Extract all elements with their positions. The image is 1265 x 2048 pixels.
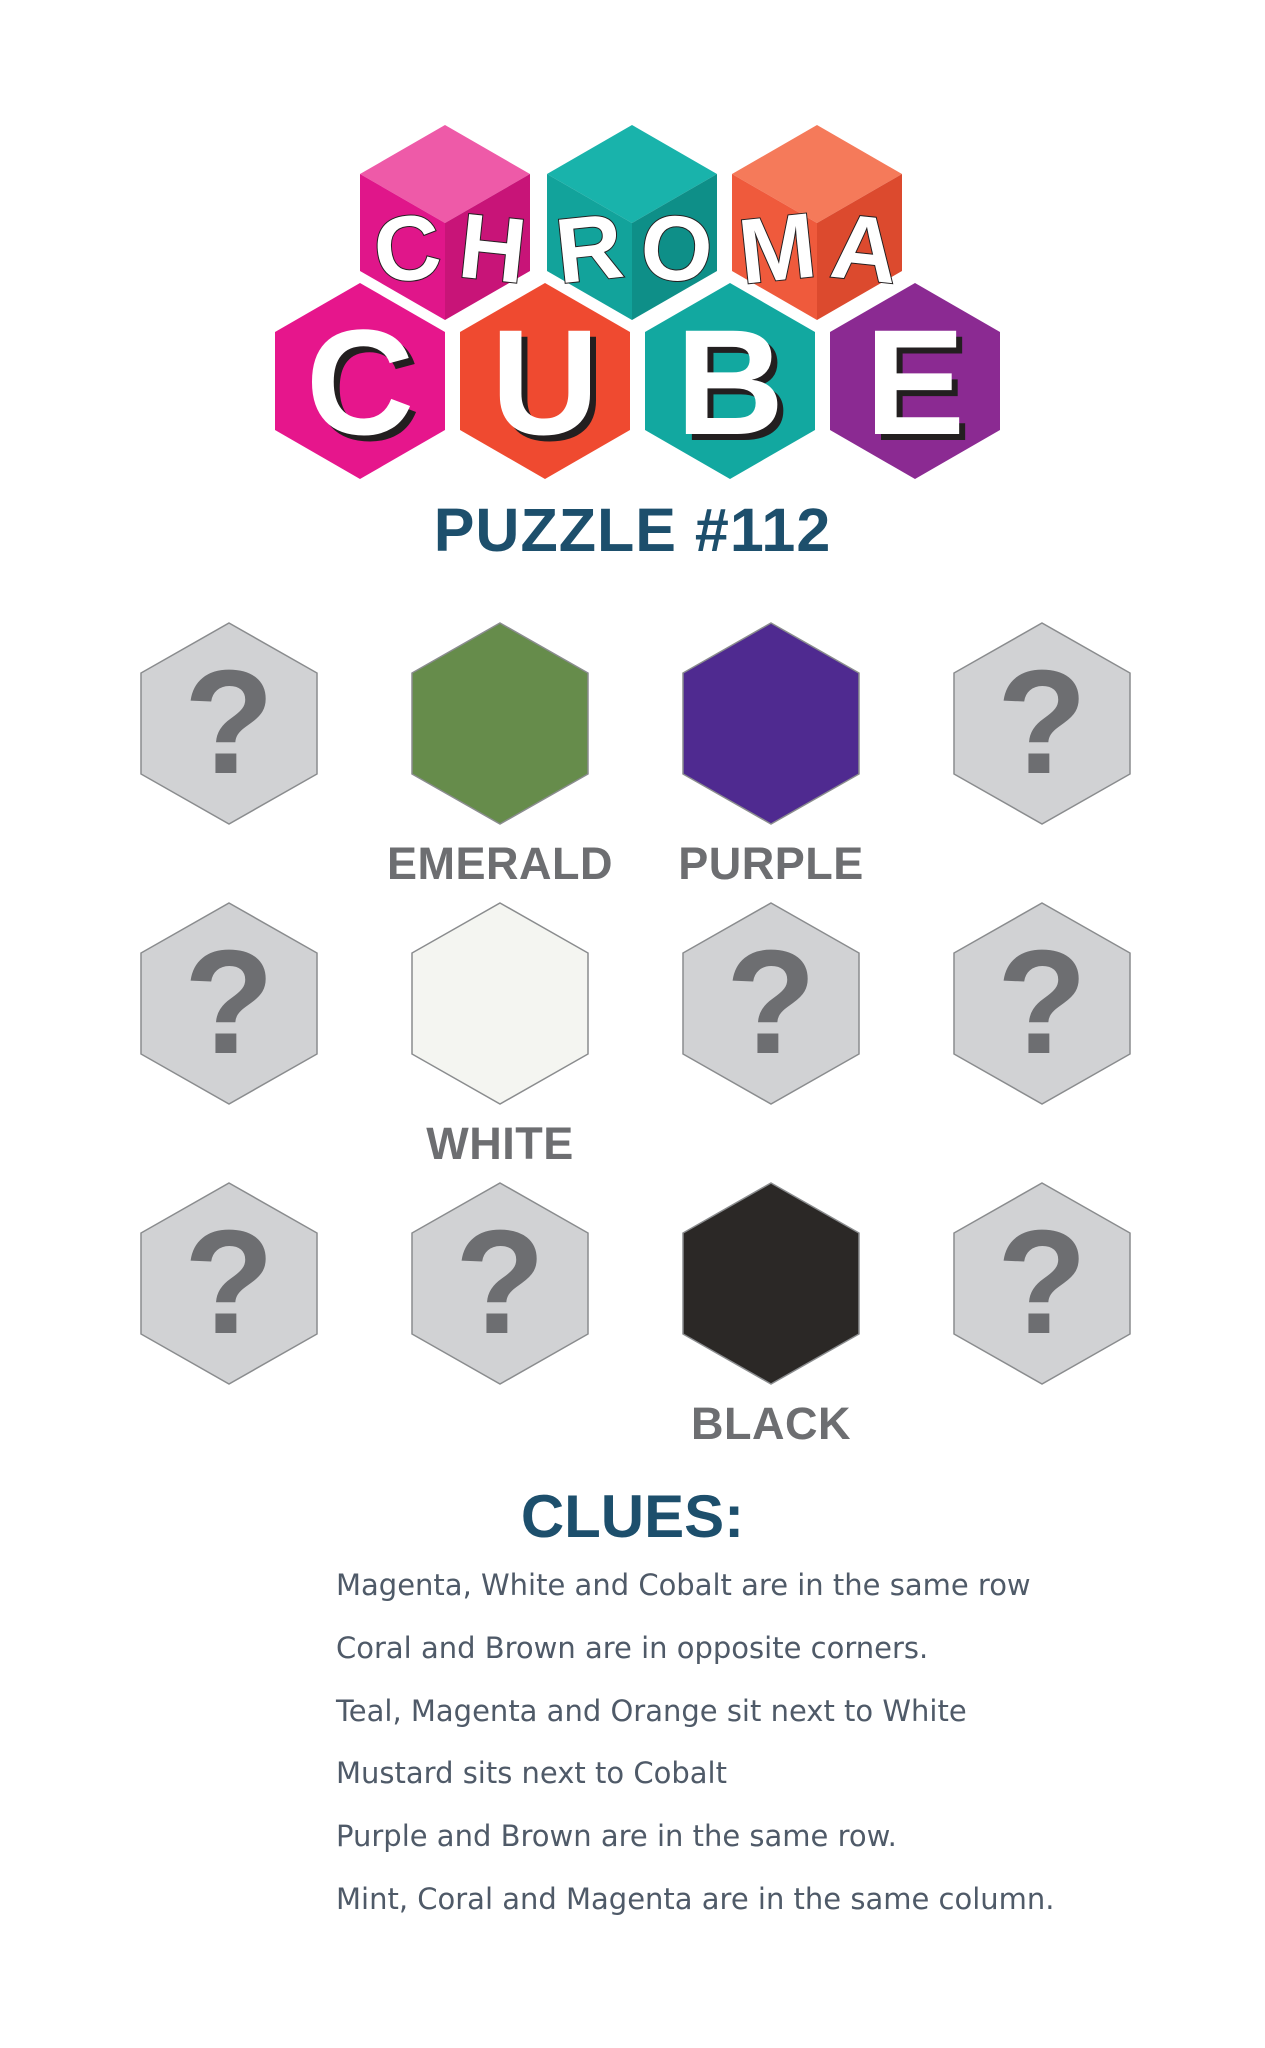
logo-letter-r: R bbox=[551, 195, 628, 303]
hexagon-shape bbox=[682, 1181, 860, 1385]
question-mark-icon: ? bbox=[725, 920, 817, 1085]
unknown-hex-cell[interactable]: ? bbox=[139, 901, 319, 1106]
clue-item-3: Teal, Magenta and Orange sit next to Whi… bbox=[336, 1694, 967, 1728]
unknown-hex-cell[interactable]: ? bbox=[952, 1181, 1132, 1386]
hexagon-shape bbox=[411, 621, 589, 825]
question-mark-icon: ? bbox=[183, 1200, 275, 1365]
logo-letter-u: U bbox=[491, 298, 599, 466]
unknown-hex-cell[interactable]: ? bbox=[952, 901, 1132, 1106]
color-hex-purple bbox=[681, 621, 861, 826]
hex-color-label: EMERALD bbox=[387, 838, 613, 889]
clue-item-4: Mustard sits next to Cobalt bbox=[336, 1756, 727, 1790]
logo-letter-a: A bbox=[826, 195, 903, 303]
logo-letter-c2: C bbox=[306, 298, 414, 466]
clue-item-5: Purple and Brown are in the same row. bbox=[336, 1819, 897, 1853]
logo-letter-e: E bbox=[865, 298, 965, 466]
question-mark-icon: ? bbox=[996, 920, 1088, 1085]
logo-letter-b: B bbox=[676, 298, 784, 466]
unknown-hex-cell[interactable]: ? bbox=[139, 1181, 319, 1386]
question-mark-icon: ? bbox=[454, 1200, 546, 1365]
unknown-hex-cell[interactable]: ? bbox=[681, 901, 861, 1106]
color-hex-black bbox=[681, 1181, 861, 1386]
chroma-cube-logo: C H R O M A C U B E C U B E bbox=[275, 125, 1000, 479]
hex-color-label: WHITE bbox=[426, 1118, 574, 1169]
color-hex-white bbox=[410, 901, 590, 1106]
clue-item-6: Mint, Coral and Magenta are in the same … bbox=[336, 1882, 1055, 1916]
unknown-hex-cell[interactable]: ? bbox=[139, 621, 319, 826]
logo-letter-m: M bbox=[734, 194, 821, 303]
hexagon-shape bbox=[682, 621, 860, 825]
unknown-hex-cell[interactable]: ? bbox=[410, 1181, 590, 1386]
unknown-hex-cell[interactable]: ? bbox=[952, 621, 1132, 826]
clue-item-2: Coral and Brown are in opposite corners. bbox=[336, 1631, 929, 1665]
puzzle-title: PUZZLE #112 bbox=[433, 496, 832, 564]
clues-title: CLUES: bbox=[520, 1483, 745, 1550]
question-mark-icon: ? bbox=[183, 920, 275, 1085]
hex-color-label: BLACK bbox=[691, 1398, 851, 1449]
question-mark-icon: ? bbox=[996, 640, 1088, 805]
hex-color-label: PURPLE bbox=[678, 838, 864, 889]
hexagon-shape bbox=[411, 901, 589, 1105]
question-mark-icon: ? bbox=[183, 640, 275, 805]
logo-letter-o: O bbox=[636, 195, 718, 304]
question-mark-icon: ? bbox=[996, 1200, 1088, 1365]
color-hex-emerald bbox=[410, 621, 590, 826]
logo-letter-c1: C bbox=[369, 195, 446, 303]
clue-item-1: Magenta, White and Cobalt are in the sam… bbox=[336, 1568, 1031, 1602]
logo-letter-h: H bbox=[454, 195, 531, 303]
